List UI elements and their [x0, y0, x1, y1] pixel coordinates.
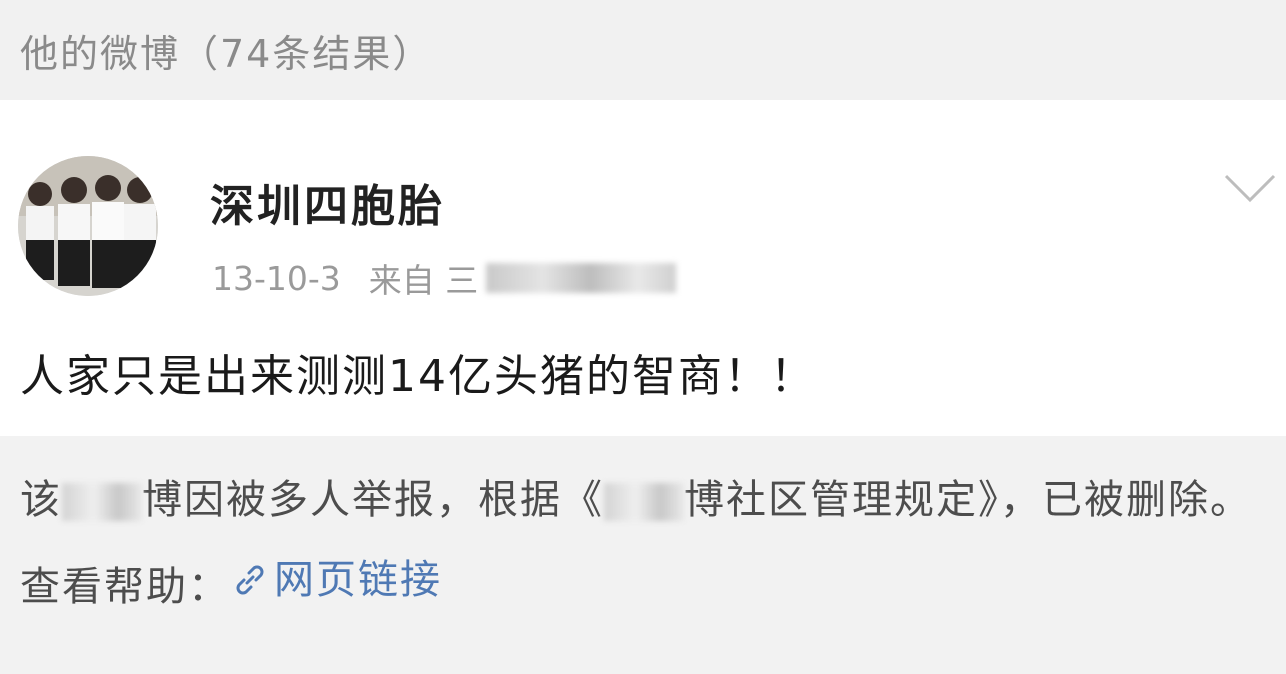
web-link-label[interactable]: 网页链接	[274, 540, 442, 620]
child-figure	[58, 177, 90, 286]
avatar-image	[18, 156, 158, 296]
link-icon	[230, 560, 270, 600]
redacted-device-name	[486, 263, 677, 293]
post-date: 13-10-3	[212, 258, 341, 298]
chevron-down-icon[interactable]	[1222, 170, 1278, 206]
notice-text-1: 该	[20, 477, 62, 523]
child-figure	[26, 182, 54, 280]
child-figure	[124, 177, 156, 286]
redacted-text	[62, 483, 142, 521]
results-header: 他的微博（74条结果）	[0, 0, 1286, 100]
results-title: 他的微博（74条结果）	[20, 31, 433, 76]
child-figure	[92, 175, 124, 288]
post-source-prefix: 来自 三	[368, 261, 479, 300]
avatar[interactable]	[18, 156, 158, 296]
web-link[interactable]: 网页链接	[230, 540, 442, 620]
author-name[interactable]: 深圳四胞胎	[210, 170, 445, 234]
post-source: 来自 三	[369, 254, 677, 302]
weibo-post-card[interactable]: 深圳四胞胎 13-10-3 来自 三 人家只是出来测测14亿头猪的智商！！	[0, 100, 1286, 436]
redacted-text	[604, 483, 684, 521]
notice-text-2: 博因被多人举报，根据《	[142, 477, 604, 523]
post-text: 人家只是出来测测14亿头猪的智商！！	[20, 351, 816, 402]
post-meta: 13-10-3 来自 三	[212, 258, 677, 300]
deletion-notice: 该博因被多人举报，根据《 博社区管理规定》，已被删除。查看帮助： 网页链接	[20, 460, 1270, 627]
